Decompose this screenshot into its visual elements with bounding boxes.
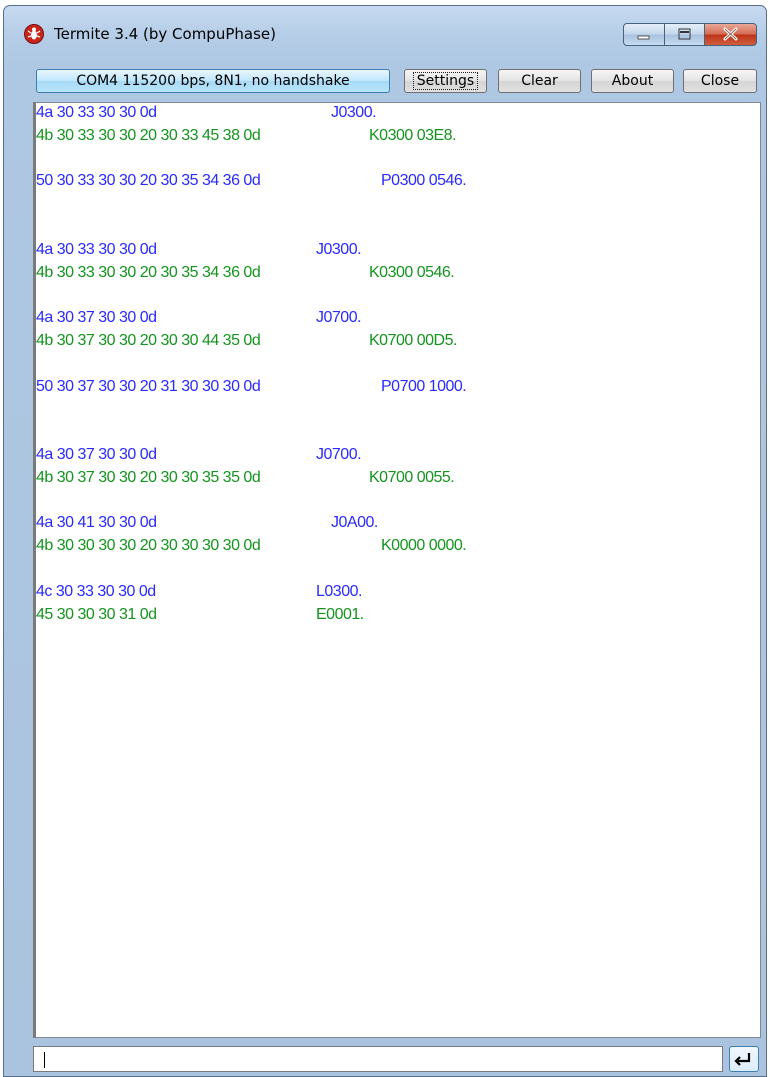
settings-label: Settings [412, 72, 479, 90]
maximize-button[interactable] [664, 23, 705, 46]
close-icon [723, 27, 738, 41]
terminal-line-hex: 4a 30 37 30 30 0d [36, 446, 157, 463]
minimize-button[interactable] [623, 23, 665, 46]
terminal-line-hex: 4a 30 41 30 30 0d [36, 514, 157, 532]
terminal-line-ascii: J0A00. [331, 514, 378, 532]
enter-return-icon [734, 1053, 751, 1066]
terminal-line-ascii: K0700 0055. [369, 468, 455, 486]
minimize-icon [637, 35, 650, 40]
terminal-line-ascii: K0700 00D5. [369, 332, 457, 349]
termite-bug-icon [24, 24, 44, 44]
terminal-line-hex: 4b 30 33 30 30 20 30 35 34 36 0d [36, 263, 261, 281]
terminal-line-hex: 4b 30 37 30 30 20 30 30 35 35 0d [36, 468, 261, 486]
close-button[interactable]: Close [683, 69, 757, 93]
terminal-line-ascii: K0300 0546. [369, 263, 455, 281]
window-title: Termite 3.4 (by CompuPhase) [54, 25, 276, 43]
terminal-line-ascii: P0300 0546. [381, 172, 467, 190]
terminal-line-ascii: J0300. [316, 240, 362, 258]
terminal-line-hex: 4a 30 33 30 30 0d [36, 104, 157, 121]
maximize-icon [678, 28, 691, 40]
terminal-line-ascii: J0700. [316, 446, 362, 463]
text-caret [44, 1052, 45, 1068]
settings-button[interactable]: Settings [404, 69, 487, 93]
clear-button[interactable]: Clear [498, 69, 581, 93]
port-status-label: COM4 115200 bps, 8N1, no handshake [76, 73, 350, 89]
terminal-line-ascii: E0001. [316, 605, 364, 623]
input-row [33, 1046, 763, 1072]
terminal-output[interactable]: 4a 30 33 30 30 0d J0300. 4b 30 33 30 30 20… [33, 102, 761, 1038]
close-window-button[interactable] [704, 23, 757, 46]
terminal-line-ascii: K0300 03E8. [369, 126, 457, 144]
terminal-line-ascii: L0300. [316, 582, 362, 600]
terminal-line-ascii: J0700. [316, 309, 362, 327]
terminal-line-hex: 50 30 37 30 30 20 31 30 30 30 0d [36, 377, 261, 395]
terminal-line-hex: 4b 30 33 30 30 20 30 33 45 38 0d [36, 126, 261, 144]
terminal-line-hex: 45 30 30 30 31 0d [36, 605, 157, 623]
port-settings-button[interactable]: COM4 115200 bps, 8N1, no handshake [36, 69, 390, 93]
toolbar: COM4 115200 bps, 8N1, no handshake Setti… [4, 61, 766, 97]
send-button[interactable] [729, 1046, 759, 1072]
command-input[interactable] [33, 1046, 723, 1072]
about-label: About [611, 73, 654, 89]
terminal-line-ascii: K0000 0000. [381, 537, 467, 555]
terminal-line-hex: 4a 30 33 30 30 0d [36, 240, 157, 258]
terminal-line-ascii: J0300. [331, 104, 377, 121]
about-button[interactable]: About [591, 69, 674, 93]
terminal-line-hex: 4c 30 33 30 30 0d [36, 582, 156, 600]
terminal-line-ascii: P0700 1000. [381, 377, 467, 395]
title-bar[interactable]: Termite 3.4 (by CompuPhase) [4, 6, 766, 60]
close-label: Close [700, 73, 740, 89]
termite-window: Termite 3.4 (by CompuPhase) COM4 115200 … [3, 5, 767, 1077]
clear-label: Clear [521, 73, 558, 89]
terminal-line-hex: 4b 30 37 30 30 20 30 30 44 35 0d [36, 332, 261, 349]
terminal-line-hex: 4a 30 37 30 30 0d [36, 309, 157, 327]
terminal-line-hex: 50 30 33 30 30 20 30 35 34 36 0d [36, 172, 261, 190]
terminal-line-hex: 4b 30 30 30 30 20 30 30 30 30 0d [36, 537, 261, 555]
